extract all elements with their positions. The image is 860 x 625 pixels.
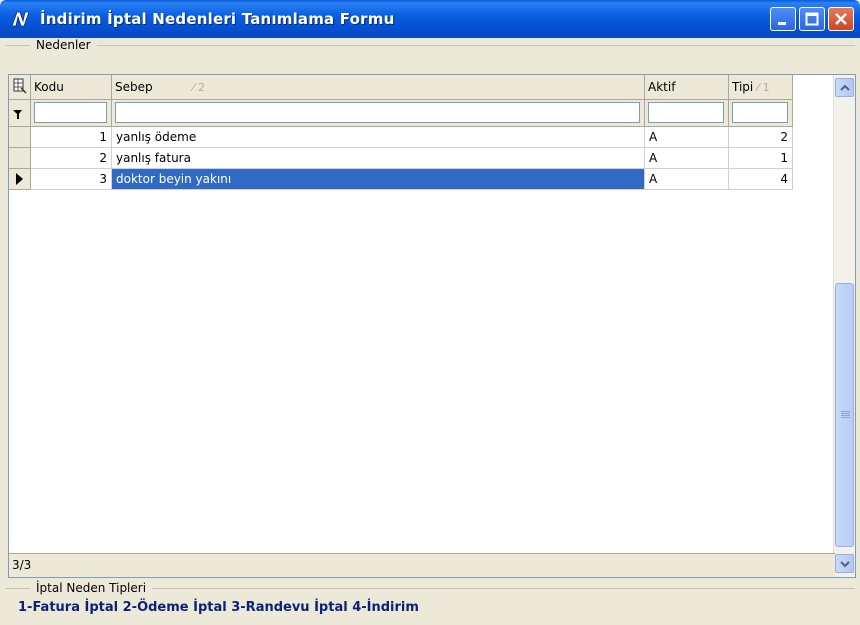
close-icon: [835, 13, 847, 25]
cell-sebep[interactable]: yanlış ödeme: [112, 127, 645, 148]
column-chooser-icon: [13, 78, 27, 94]
chevron-up-icon: [839, 84, 850, 91]
current-row-arrow-icon: [16, 173, 23, 185]
cell-kodu[interactable]: 3: [31, 169, 112, 190]
cancel-types-legend: 1-Fatura İptal 2-Ödeme İptal 3-Randevu İ…: [18, 600, 419, 615]
cell-aktif[interactable]: A: [645, 169, 729, 190]
chevron-down-icon: [839, 560, 850, 567]
table-row[interactable]: 2 yanlış fatura A 1: [9, 148, 793, 169]
row-indicator[interactable]: [9, 148, 31, 169]
grid-column-chooser[interactable]: [9, 75, 31, 100]
window-title: İndirim İptal Nedenleri Tanımlama Formu: [40, 10, 395, 28]
row-indicator[interactable]: [9, 127, 31, 148]
cell-aktif[interactable]: A: [645, 148, 729, 169]
cell-aktif[interactable]: A: [645, 127, 729, 148]
filter-input-tipi[interactable]: [732, 102, 788, 123]
filter-icon: [13, 110, 22, 119]
table-row-selected[interactable]: 3 doktor beyin yakını A 4: [9, 169, 793, 190]
filter-input-kodu[interactable]: [34, 102, 107, 123]
maximize-button[interactable]: [799, 7, 825, 31]
current-row-indicator[interactable]: [9, 169, 31, 190]
column-header-aktif[interactable]: Aktif: [645, 75, 729, 100]
filter-input-aktif[interactable]: [648, 102, 724, 123]
app-logo-icon: [10, 8, 32, 30]
cell-tipi[interactable]: 1: [729, 148, 793, 169]
minimize-icon: [778, 22, 786, 25]
cell-kodu[interactable]: 1: [31, 127, 112, 148]
scroll-thumb[interactable]: [835, 283, 854, 547]
vertical-scrollbar[interactable]: [833, 75, 855, 577]
filter-input-sebep[interactable]: [115, 102, 640, 123]
cell-tipi[interactable]: 2: [729, 127, 793, 148]
data-grid[interactable]: Kodu Sebep ⁄ 2 Aktif Tipi ⁄ 1 1 yanlış öde…: [8, 74, 856, 578]
maximize-icon: [805, 12, 819, 26]
cell-kodu[interactable]: 2: [31, 148, 112, 169]
minimize-button[interactable]: [770, 7, 796, 31]
record-counter: 3/3: [9, 553, 835, 577]
group-label-nedenler: Nedenler: [30, 38, 97, 52]
scroll-down-button[interactable]: [835, 554, 854, 573]
column-header-sebep[interactable]: Sebep ⁄ 2: [112, 75, 645, 100]
cell-sebep-selected[interactable]: doktor beyin yakını: [112, 169, 645, 190]
sort-indicator: ⁄ 1: [757, 81, 770, 94]
table-row[interactable]: 1 yanlış ödeme A 2: [9, 127, 793, 148]
group-divider: [5, 45, 855, 46]
group-label-tipler: İptal Neden Tipleri: [30, 581, 153, 595]
scroll-up-button[interactable]: [835, 78, 854, 97]
column-header-kodu[interactable]: Kodu: [31, 75, 112, 100]
filter-row-indicator: [9, 100, 31, 127]
sort-indicator: ⁄ 2: [192, 81, 205, 94]
cell-tipi[interactable]: 4: [729, 169, 793, 190]
cell-sebep[interactable]: yanlış fatura: [112, 148, 645, 169]
title-bar: İndirim İptal Nedenleri Tanımlama Formu: [0, 0, 860, 38]
close-button[interactable]: [828, 7, 854, 31]
column-header-tipi[interactable]: Tipi ⁄ 1: [729, 75, 793, 100]
